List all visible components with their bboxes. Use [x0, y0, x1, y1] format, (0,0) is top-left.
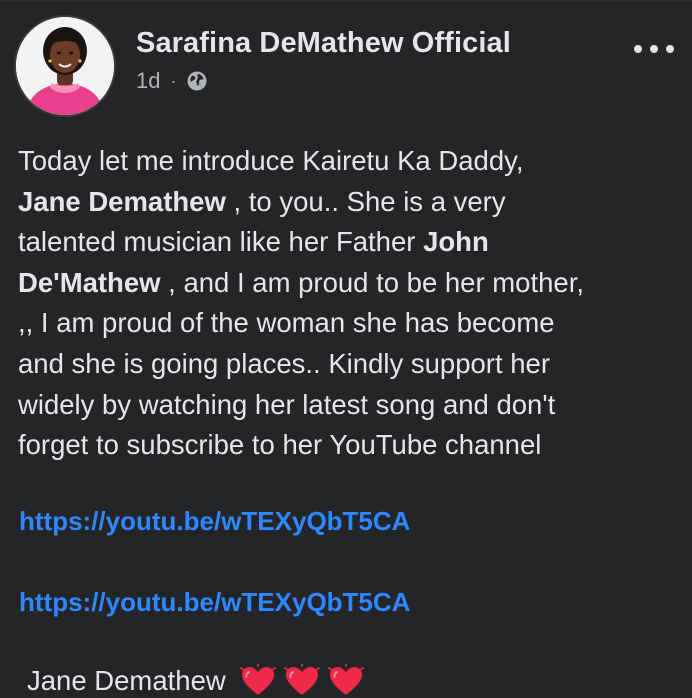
- avatar-photo: [16, 17, 114, 115]
- post-line: forget to subscribe to her YouTube chann…: [18, 429, 542, 461]
- post-card: Sarafina DeMathew Official 1d · Today le…: [0, 0, 692, 696]
- signoff: Jane Demathew: [27, 664, 364, 698]
- post-line: and she is going places.. Kindly support…: [18, 347, 550, 379]
- mention-john-first[interactable]: John: [423, 226, 489, 257]
- post-meta: 1d ·: [136, 68, 208, 94]
- heart-icon: [327, 664, 364, 695]
- more-options-icon: [650, 45, 658, 53]
- post-line: widely by watching her latest song and d…: [18, 388, 556, 420]
- more-options-icon: [666, 45, 674, 53]
- heart-icon: [239, 664, 276, 695]
- youtube-link[interactable]: https://youtu.be/wTEXyQbT5CA: [19, 506, 410, 537]
- avatar[interactable]: [16, 17, 114, 115]
- author-name[interactable]: Sarafina DeMathew Official: [136, 27, 511, 60]
- post-text: Today let me introduce Kairetu Ka Daddy,…: [18, 141, 686, 466]
- post-line: Jane Demathew , to you.. She is a very: [18, 182, 686, 223]
- mention-john-last[interactable]: De'Mathew: [18, 267, 161, 298]
- post-text-fragment: talented musician like her Father: [18, 226, 424, 258]
- post-line: ,, I am proud of the woman she has becom…: [18, 307, 555, 339]
- post-line: De'Mathew , and I am proud to be her mot…: [18, 263, 686, 304]
- post-text-fragment: , and I am proud to be her mother,: [160, 266, 584, 298]
- globe-icon[interactable]: [186, 70, 208, 92]
- post-text-fragment: , to you.. She is a very: [225, 185, 506, 217]
- post-line: Today let me introduce Kairetu Ka Daddy,: [18, 145, 524, 176]
- youtube-link[interactable]: https://youtu.be/wTEXyQbT5CA: [19, 587, 410, 618]
- timestamp[interactable]: 1d: [136, 68, 160, 94]
- more-options-icon: [634, 45, 642, 53]
- heart-emoji-group: [239, 664, 364, 698]
- mention-jane[interactable]: Jane Demathew: [18, 186, 226, 217]
- meta-separator: ·: [170, 70, 177, 91]
- post-line: talented musician like her Father John: [18, 222, 686, 263]
- signoff-text: Jane Demathew: [27, 665, 226, 696]
- heart-icon: [283, 664, 320, 695]
- post-header: Sarafina DeMathew Official 1d ·: [16, 15, 676, 115]
- more-options-button[interactable]: [634, 39, 674, 59]
